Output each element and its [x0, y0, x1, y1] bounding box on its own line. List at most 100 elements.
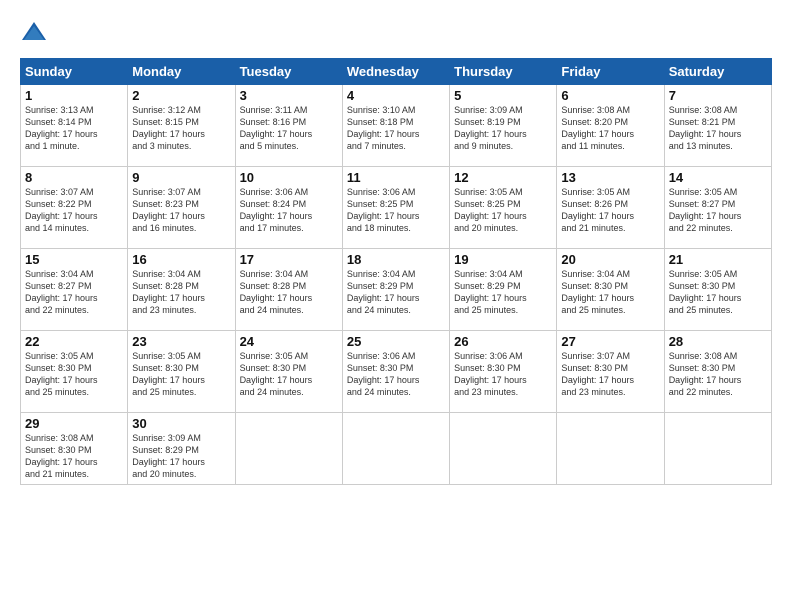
day-info: Sunrise: 3:08 AM Sunset: 8:30 PM Dayligh… — [669, 350, 767, 399]
day-info: Sunrise: 3:10 AM Sunset: 8:18 PM Dayligh… — [347, 104, 445, 153]
weekday-header-row: SundayMondayTuesdayWednesdayThursdayFrid… — [21, 59, 772, 85]
header — [20, 18, 772, 46]
week-row-2: 15Sunrise: 3:04 AM Sunset: 8:27 PM Dayli… — [21, 249, 772, 331]
day-number: 23 — [132, 334, 230, 349]
day-info: Sunrise: 3:04 AM Sunset: 8:28 PM Dayligh… — [240, 268, 338, 317]
day-info: Sunrise: 3:07 AM Sunset: 8:23 PM Dayligh… — [132, 186, 230, 235]
calendar-cell: 14Sunrise: 3:05 AM Sunset: 8:27 PM Dayli… — [664, 167, 771, 249]
calendar-cell: 9Sunrise: 3:07 AM Sunset: 8:23 PM Daylig… — [128, 167, 235, 249]
day-info: Sunrise: 3:06 AM Sunset: 8:24 PM Dayligh… — [240, 186, 338, 235]
calendar-cell: 24Sunrise: 3:05 AM Sunset: 8:30 PM Dayli… — [235, 331, 342, 413]
calendar-cell — [342, 413, 449, 485]
day-number: 15 — [25, 252, 123, 267]
calendar-cell: 26Sunrise: 3:06 AM Sunset: 8:30 PM Dayli… — [450, 331, 557, 413]
calendar-cell: 29Sunrise: 3:08 AM Sunset: 8:30 PM Dayli… — [21, 413, 128, 485]
day-info: Sunrise: 3:12 AM Sunset: 8:15 PM Dayligh… — [132, 104, 230, 153]
logo — [20, 18, 52, 46]
day-info: Sunrise: 3:07 AM Sunset: 8:30 PM Dayligh… — [561, 350, 659, 399]
day-number: 28 — [669, 334, 767, 349]
day-number: 18 — [347, 252, 445, 267]
day-number: 14 — [669, 170, 767, 185]
calendar-cell: 17Sunrise: 3:04 AM Sunset: 8:28 PM Dayli… — [235, 249, 342, 331]
weekday-friday: Friday — [557, 59, 664, 85]
calendar-cell: 15Sunrise: 3:04 AM Sunset: 8:27 PM Dayli… — [21, 249, 128, 331]
calendar-cell: 13Sunrise: 3:05 AM Sunset: 8:26 PM Dayli… — [557, 167, 664, 249]
calendar-cell: 1Sunrise: 3:13 AM Sunset: 8:14 PM Daylig… — [21, 85, 128, 167]
day-info: Sunrise: 3:08 AM Sunset: 8:30 PM Dayligh… — [25, 432, 123, 481]
day-info: Sunrise: 3:05 AM Sunset: 8:30 PM Dayligh… — [669, 268, 767, 317]
calendar-cell: 27Sunrise: 3:07 AM Sunset: 8:30 PM Dayli… — [557, 331, 664, 413]
logo-icon — [20, 18, 48, 46]
page: SundayMondayTuesdayWednesdayThursdayFrid… — [0, 0, 792, 612]
calendar-cell: 11Sunrise: 3:06 AM Sunset: 8:25 PM Dayli… — [342, 167, 449, 249]
day-info: Sunrise: 3:05 AM Sunset: 8:25 PM Dayligh… — [454, 186, 552, 235]
day-info: Sunrise: 3:08 AM Sunset: 8:20 PM Dayligh… — [561, 104, 659, 153]
calendar-cell: 2Sunrise: 3:12 AM Sunset: 8:15 PM Daylig… — [128, 85, 235, 167]
day-number: 22 — [25, 334, 123, 349]
weekday-wednesday: Wednesday — [342, 59, 449, 85]
calendar-cell: 20Sunrise: 3:04 AM Sunset: 8:30 PM Dayli… — [557, 249, 664, 331]
day-info: Sunrise: 3:05 AM Sunset: 8:30 PM Dayligh… — [132, 350, 230, 399]
day-info: Sunrise: 3:04 AM Sunset: 8:28 PM Dayligh… — [132, 268, 230, 317]
calendar-cell: 23Sunrise: 3:05 AM Sunset: 8:30 PM Dayli… — [128, 331, 235, 413]
calendar-cell: 18Sunrise: 3:04 AM Sunset: 8:29 PM Dayli… — [342, 249, 449, 331]
day-number: 12 — [454, 170, 552, 185]
day-info: Sunrise: 3:05 AM Sunset: 8:26 PM Dayligh… — [561, 186, 659, 235]
calendar-cell: 12Sunrise: 3:05 AM Sunset: 8:25 PM Dayli… — [450, 167, 557, 249]
day-info: Sunrise: 3:04 AM Sunset: 8:27 PM Dayligh… — [25, 268, 123, 317]
day-info: Sunrise: 3:05 AM Sunset: 8:30 PM Dayligh… — [25, 350, 123, 399]
day-info: Sunrise: 3:06 AM Sunset: 8:30 PM Dayligh… — [347, 350, 445, 399]
day-number: 20 — [561, 252, 659, 267]
day-number: 10 — [240, 170, 338, 185]
calendar-cell: 3Sunrise: 3:11 AM Sunset: 8:16 PM Daylig… — [235, 85, 342, 167]
calendar-cell — [235, 413, 342, 485]
weekday-sunday: Sunday — [21, 59, 128, 85]
day-number: 30 — [132, 416, 230, 431]
day-number: 16 — [132, 252, 230, 267]
week-row-3: 22Sunrise: 3:05 AM Sunset: 8:30 PM Dayli… — [21, 331, 772, 413]
weekday-saturday: Saturday — [664, 59, 771, 85]
day-info: Sunrise: 3:07 AM Sunset: 8:22 PM Dayligh… — [25, 186, 123, 235]
day-number: 9 — [132, 170, 230, 185]
calendar-cell: 28Sunrise: 3:08 AM Sunset: 8:30 PM Dayli… — [664, 331, 771, 413]
calendar-cell — [664, 413, 771, 485]
calendar-cell: 19Sunrise: 3:04 AM Sunset: 8:29 PM Dayli… — [450, 249, 557, 331]
calendar-cell: 25Sunrise: 3:06 AM Sunset: 8:30 PM Dayli… — [342, 331, 449, 413]
day-info: Sunrise: 3:06 AM Sunset: 8:30 PM Dayligh… — [454, 350, 552, 399]
week-row-1: 8Sunrise: 3:07 AM Sunset: 8:22 PM Daylig… — [21, 167, 772, 249]
week-row-4: 29Sunrise: 3:08 AM Sunset: 8:30 PM Dayli… — [21, 413, 772, 485]
weekday-monday: Monday — [128, 59, 235, 85]
day-info: Sunrise: 3:13 AM Sunset: 8:14 PM Dayligh… — [25, 104, 123, 153]
day-info: Sunrise: 3:05 AM Sunset: 8:27 PM Dayligh… — [669, 186, 767, 235]
day-info: Sunrise: 3:08 AM Sunset: 8:21 PM Dayligh… — [669, 104, 767, 153]
day-info: Sunrise: 3:04 AM Sunset: 8:29 PM Dayligh… — [347, 268, 445, 317]
calendar-cell — [557, 413, 664, 485]
weekday-thursday: Thursday — [450, 59, 557, 85]
day-number: 7 — [669, 88, 767, 103]
day-number: 24 — [240, 334, 338, 349]
calendar-cell: 4Sunrise: 3:10 AM Sunset: 8:18 PM Daylig… — [342, 85, 449, 167]
day-number: 8 — [25, 170, 123, 185]
day-number: 4 — [347, 88, 445, 103]
day-number: 3 — [240, 88, 338, 103]
day-info: Sunrise: 3:06 AM Sunset: 8:25 PM Dayligh… — [347, 186, 445, 235]
day-number: 21 — [669, 252, 767, 267]
calendar-cell: 7Sunrise: 3:08 AM Sunset: 8:21 PM Daylig… — [664, 85, 771, 167]
day-number: 13 — [561, 170, 659, 185]
weekday-tuesday: Tuesday — [235, 59, 342, 85]
calendar-cell: 8Sunrise: 3:07 AM Sunset: 8:22 PM Daylig… — [21, 167, 128, 249]
calendar-cell: 22Sunrise: 3:05 AM Sunset: 8:30 PM Dayli… — [21, 331, 128, 413]
day-info: Sunrise: 3:09 AM Sunset: 8:29 PM Dayligh… — [132, 432, 230, 481]
day-info: Sunrise: 3:09 AM Sunset: 8:19 PM Dayligh… — [454, 104, 552, 153]
calendar-cell: 21Sunrise: 3:05 AM Sunset: 8:30 PM Dayli… — [664, 249, 771, 331]
day-number: 6 — [561, 88, 659, 103]
day-number: 19 — [454, 252, 552, 267]
day-number: 2 — [132, 88, 230, 103]
calendar-cell — [450, 413, 557, 485]
day-number: 5 — [454, 88, 552, 103]
day-info: Sunrise: 3:11 AM Sunset: 8:16 PM Dayligh… — [240, 104, 338, 153]
day-info: Sunrise: 3:05 AM Sunset: 8:30 PM Dayligh… — [240, 350, 338, 399]
calendar-cell: 16Sunrise: 3:04 AM Sunset: 8:28 PM Dayli… — [128, 249, 235, 331]
day-info: Sunrise: 3:04 AM Sunset: 8:30 PM Dayligh… — [561, 268, 659, 317]
day-info: Sunrise: 3:04 AM Sunset: 8:29 PM Dayligh… — [454, 268, 552, 317]
